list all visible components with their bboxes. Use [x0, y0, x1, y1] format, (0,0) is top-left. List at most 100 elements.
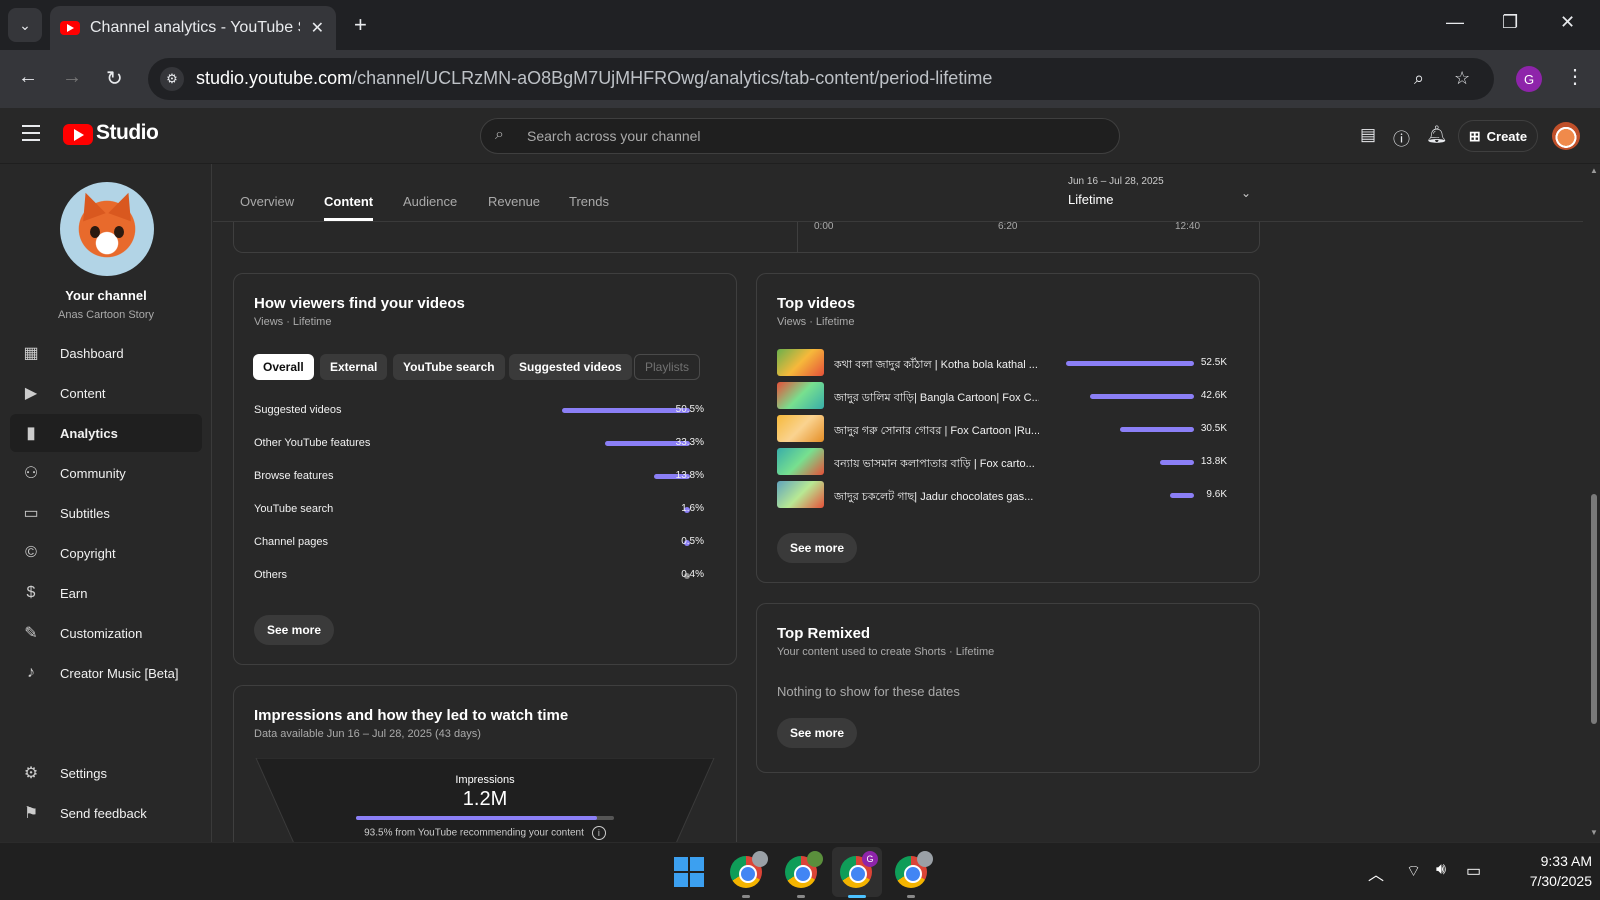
tab-revenue[interactable]: Revenue: [488, 194, 540, 209]
sidebar-item-analytics[interactable]: ▮ Analytics: [10, 414, 202, 452]
video-thumbnail[interactable]: [777, 349, 824, 376]
browser-profile-avatar[interactable]: G: [1516, 66, 1542, 92]
chip-external[interactable]: External: [320, 354, 388, 380]
copyright-icon: ©: [25, 544, 37, 561]
feedback-icon: ⚑: [23, 805, 39, 822]
video-thumbnail[interactable]: [777, 448, 824, 475]
sidebar-item-earn[interactable]: $ Earn: [10, 574, 202, 612]
zoom-icon[interactable]: ⌕: [1414, 68, 1424, 89]
info-icon[interactable]: i: [591, 826, 606, 840]
top-video-row[interactable]: জাদুর গরু সোনার গোবর | Fox Cartoon |Ru..…: [777, 415, 1235, 443]
account-avatar[interactable]: [1552, 122, 1580, 150]
list-item: Other YouTube features 33.3%: [254, 437, 704, 449]
profile-badge-icon: G: [862, 851, 878, 867]
see-more-button[interactable]: See more: [254, 615, 335, 645]
close-tab-icon[interactable]: ✕: [311, 18, 324, 38]
top-video-row[interactable]: কথা বলা জাদুর কাঁঠাল | Kotha bola kathal…: [777, 349, 1235, 377]
url-text[interactable]: studio.youtube.com/channel/UCLRzMN-aO8Bg…: [196, 68, 992, 89]
windows-taskbar: G ︿ ⌔ 🔊︎ ▭ 9:33 AM 7/30/2025: [0, 842, 1600, 900]
sidebar-item-dashboard[interactable]: ▦ Dashboard: [10, 334, 202, 372]
top-video-row[interactable]: বন্যায় ভাসমান কলাপাতার বাড়ি | Fox cart…: [777, 448, 1235, 476]
tab-audience[interactable]: Audience: [403, 194, 457, 209]
card-title: Top videos: [777, 295, 856, 312]
views-bar: [1090, 394, 1194, 399]
sidebar-item-community[interactable]: ⚇ Community: [10, 454, 202, 492]
sidebar-item-copyright[interactable]: © Copyright: [10, 534, 202, 572]
address-bar[interactable]: ⚙ studio.youtube.com/channel/UCLRzMN-aO8…: [148, 58, 1494, 100]
sidebar-item-settings[interactable]: ⚙ Settings: [10, 754, 202, 792]
card-subtitle: Your content used to create Shorts · Lif…: [777, 646, 995, 658]
youtube-favicon-icon: [60, 21, 80, 35]
bookmark-star-icon[interactable]: ☆: [1454, 68, 1470, 89]
new-tab-button[interactable]: +: [354, 12, 367, 38]
list-item: Browse features 13.8%: [254, 470, 704, 482]
back-button[interactable]: ←: [18, 66, 38, 89]
video-thumbnail[interactable]: [777, 481, 824, 508]
tab-title: Channel analytics - YouTube Studio: [90, 19, 300, 36]
tab-content[interactable]: Content: [324, 194, 374, 221]
page-scrollbar[interactable]: ▲ ▼: [1587, 164, 1600, 842]
youtube-logo-icon[interactable]: [63, 124, 93, 145]
system-clock[interactable]: 9:33 AM 7/30/2025: [1498, 851, 1592, 891]
forward-button[interactable]: →: [62, 66, 82, 89]
channel-avatar[interactable]: [60, 182, 154, 276]
chip-suggested-videos[interactable]: Suggested videos: [509, 354, 632, 380]
comments-icon[interactable]: ▤: [1360, 125, 1376, 145]
scrollbar-thumb[interactable]: [1591, 494, 1597, 724]
your-channel-label[interactable]: Your channel: [0, 288, 212, 303]
top-videos-card: Top videos Views · Lifetime কথা বলা জাদু…: [756, 273, 1260, 583]
top-video-row[interactable]: জাদুর ডালিম বাড়ি| Bangla Cartoon| Fox C…: [777, 382, 1235, 410]
channel-search[interactable]: ⌕: [480, 118, 1120, 154]
search-input[interactable]: [527, 119, 1107, 153]
battery-icon[interactable]: ▭: [1466, 861, 1481, 881]
sidebar-item-creator-music[interactable]: ♪ Creator Music [Beta]: [10, 654, 202, 692]
sidebar-item-customization[interactable]: ✎ Customization: [10, 614, 202, 652]
chevron-down-icon[interactable]: ⌄: [1241, 186, 1251, 200]
chevron-up-icon[interactable]: ︿: [1368, 861, 1384, 885]
chip-overall[interactable]: Overall: [253, 354, 314, 380]
browser-tab-active[interactable]: Channel analytics - YouTube Studio ✕: [50, 6, 336, 50]
list-item: Channel pages 0.5%: [254, 536, 704, 548]
impressions-share-bar: [356, 816, 614, 820]
period-selector[interactable]: Jun 16 – Jul 28, 2025 Lifetime: [1068, 176, 1164, 207]
video-thumbnail[interactable]: [777, 415, 824, 442]
tab-trends[interactable]: Trends: [569, 194, 609, 209]
sidebar-item-subtitles[interactable]: ▭ Subtitles: [10, 494, 202, 532]
content-icon: ▶: [24, 385, 38, 402]
profile-badge-icon: [752, 851, 768, 867]
reload-button[interactable]: ↻: [106, 66, 123, 91]
browser-menu-icon[interactable]: ⋮: [1565, 64, 1585, 89]
create-button[interactable]: ⊞ Create: [1458, 120, 1538, 152]
chip-youtube-search[interactable]: YouTube search: [393, 354, 505, 380]
sidebar-item-content[interactable]: ▶ Content: [10, 374, 202, 412]
windows-start-icon[interactable]: [674, 857, 704, 887]
chip-playlists[interactable]: Playlists: [634, 354, 701, 380]
tab-overview[interactable]: Overview: [240, 194, 294, 209]
see-more-button[interactable]: See more: [777, 533, 858, 563]
volume-icon[interactable]: 🔊︎: [1436, 861, 1446, 879]
chart-tick: 6:20: [998, 221, 1018, 232]
site-info-icon[interactable]: ⚙: [160, 67, 184, 91]
see-more-button[interactable]: See more: [777, 718, 858, 748]
notifications-bell-icon[interactable]: 🔔︎: [1426, 125, 1448, 145]
close-window-button[interactable]: ✕: [1560, 12, 1575, 33]
menu-icon[interactable]: [22, 125, 40, 146]
scroll-down-icon[interactable]: ▼: [1590, 828, 1598, 837]
top-video-row[interactable]: জাদুর চকলেট গাছ| Jadur chocolates gas...…: [777, 481, 1235, 509]
card-title: How viewers find your videos: [254, 295, 465, 312]
help-icon[interactable]: ⓘ: [1393, 125, 1410, 150]
channel-name: Anas Cartoon Story: [58, 309, 154, 321]
subtitles-icon: ▭: [23, 505, 39, 522]
video-thumbnail[interactable]: [777, 382, 824, 409]
scroll-up-icon[interactable]: ▲: [1590, 166, 1598, 175]
sidebar-item-send-feedback[interactable]: ⚑ Send feedback: [10, 794, 202, 832]
card-subtitle: Data available Jun 16 – Jul 28, 2025 (43…: [254, 728, 481, 740]
card-subtitle: Views · Lifetime: [254, 316, 332, 328]
studio-logo-text[interactable]: Studio: [96, 121, 159, 145]
share-bar: [562, 408, 690, 413]
tab-search-button[interactable]: ⌄: [8, 8, 42, 42]
wifi-icon[interactable]: ⌔: [1406, 861, 1421, 881]
minimize-button[interactable]: —: [1446, 12, 1464, 33]
search-icon: ⌕: [495, 126, 504, 143]
restore-button[interactable]: ❐: [1502, 12, 1518, 33]
